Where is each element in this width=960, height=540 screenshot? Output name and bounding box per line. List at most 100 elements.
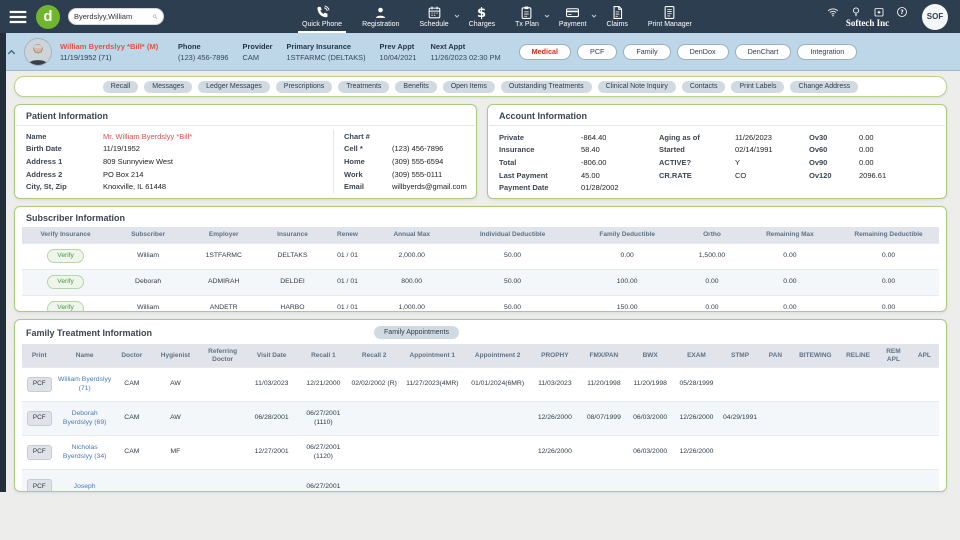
table-cell: William (109, 243, 187, 269)
account-field-payment-date: Payment Date01/28/2002 (499, 181, 659, 194)
verify-button[interactable]: Verify (47, 301, 84, 312)
family-appointments-button[interactable]: Family Appointments (374, 326, 459, 339)
table-cell: 12/21/2000 (298, 368, 349, 402)
nav-item-schedule[interactable]: Schedule (409, 0, 458, 33)
action-button-open-items[interactable]: Open Items (443, 81, 495, 93)
nav-item-quick-phone[interactable]: Quick Phone (292, 0, 352, 33)
kv-value[interactable]: Mr. William Byerdslyy *Bill* (103, 132, 192, 141)
table-row[interactable]: PCFDeborah Byerdslyy (69)CAMAW06/28/2001… (22, 402, 939, 436)
column-header-individual-deductible: Individual Deductible (453, 227, 572, 243)
pill-dendox[interactable]: DenDox (677, 44, 729, 60)
nav-item-print-manager[interactable]: Print Manager (638, 0, 702, 33)
nav-item-registration[interactable]: Registration (352, 0, 409, 33)
action-button-messages[interactable]: Messages (144, 81, 192, 93)
inbox-plus-icon[interactable] (873, 5, 885, 17)
table-row[interactable]: PCFWilliam Byerdslyy (71)CAMAW11/03/2023… (22, 368, 939, 402)
patient-info-name: NameMr. William Byerdslyy *Bill* (26, 130, 333, 143)
table-row[interactable]: VerifyWilliamANDETRHARBO01 / 011,000.005… (22, 295, 939, 312)
pcf-print-button[interactable]: PCF (27, 445, 52, 461)
column-header-ortho: Ortho (682, 227, 742, 243)
action-button-change-address[interactable]: Change Address (790, 81, 858, 93)
table-cell (400, 436, 465, 470)
table-cell (839, 402, 877, 436)
account-field-private: Private-864.40 (499, 131, 659, 144)
pill-family[interactable]: Family (623, 44, 670, 60)
action-button-benefits[interactable]: Benefits (395, 81, 436, 93)
pill-denchart[interactable]: DenChart (735, 44, 792, 60)
table-cell (792, 470, 839, 493)
nav-item-claims[interactable]: Claims (596, 0, 637, 33)
table-cell: 0.00 (682, 269, 742, 295)
table-cell: 0.00 (838, 269, 939, 295)
table-cell: ADMIRAH (187, 269, 260, 295)
patient-name-link[interactable]: Nicholas Byerdslyy (34) (63, 444, 106, 460)
nav-item-label: Tx Plan (515, 21, 539, 28)
nav-item-label: Payment (559, 21, 587, 28)
action-button-ledger-messages[interactable]: Ledger Messages (198, 81, 270, 93)
table-row[interactable]: PCF Joseph 06/27/2001 (22, 470, 939, 493)
table-cell: 1,500.00 (682, 243, 742, 269)
kv-value: willbyerds@gmail.com (392, 182, 467, 191)
wifi-icon[interactable] (827, 5, 839, 17)
hamburger-icon[interactable] (8, 9, 28, 25)
help-icon[interactable]: ? (896, 5, 908, 17)
table-cell: 01 / 01 (325, 295, 371, 312)
action-button-recall[interactable]: Recall (103, 81, 138, 93)
patient-search[interactable] (68, 8, 164, 25)
action-button-treatments[interactable]: Treatments (338, 81, 389, 93)
account-field-ov120: Ov1202096.61 (809, 169, 929, 182)
table-cell: 06/03/2000 (628, 436, 672, 470)
pill-integration[interactable]: Integration (797, 44, 857, 60)
nav-item-label: Claims (606, 21, 627, 28)
nav-item-payment[interactable]: Payment (549, 0, 597, 33)
table-cell (349, 436, 400, 470)
table-cell: 06/27/2001 (1110) (298, 402, 349, 436)
table-cell: 150.00 (572, 295, 682, 312)
patient-info-chart: Chart # (344, 130, 476, 143)
table-cell (839, 368, 877, 402)
nav-item-label: Charges (469, 21, 495, 28)
clipboard-icon (519, 5, 534, 20)
top-right: ? Softech Inc SOF (827, 0, 948, 33)
phone-icon (315, 5, 330, 20)
action-button-print-labels[interactable]: Print Labels (731, 81, 784, 93)
patient-photo (24, 38, 52, 66)
action-button-prescriptions[interactable]: Prescriptions (276, 81, 332, 93)
table-cell (349, 402, 400, 436)
table-cell (200, 402, 245, 436)
bulb-icon[interactable] (850, 5, 862, 17)
patient-identity[interactable]: William Byerdslyy *Bill* (M) 11/19/1952 … (60, 42, 178, 62)
user-avatar[interactable]: SOF (922, 4, 948, 30)
pill-medical[interactable]: Medical (519, 44, 571, 60)
action-button-contacts[interactable]: Contacts (682, 81, 726, 93)
verify-button[interactable]: Verify (47, 275, 84, 290)
chevron-up-icon[interactable] (6, 45, 20, 59)
field-label: Primary Insurance (287, 42, 366, 51)
patient-name-link[interactable]: Deborah Byerdslyy (69) (63, 410, 106, 426)
pcf-print-button[interactable]: PCF (27, 479, 52, 492)
nav-item-charges[interactable]: $Charges (459, 0, 505, 33)
pcf-print-button[interactable]: PCF (27, 411, 52, 427)
verify-button[interactable]: Verify (47, 249, 84, 264)
search-input[interactable] (74, 12, 152, 21)
brand-logo[interactable]: d (36, 5, 60, 29)
table-row[interactable]: VerifyWilliam1STFARMCDELTAKS01 / 012,000… (22, 243, 939, 269)
action-button-outstanding-treatments[interactable]: Outstanding Treatments (501, 81, 592, 93)
table-cell (839, 436, 877, 470)
patient-name-link[interactable]: William Byerdslyy (71) (58, 376, 111, 392)
table-cell (721, 470, 759, 493)
table-row[interactable]: PCFNicholas Byerdslyy (34)CAMMF12/27/200… (22, 436, 939, 470)
table-cell: 06/27/2001 (298, 470, 349, 493)
nav-item-tx-plan[interactable]: Tx Plan (505, 0, 549, 33)
kv-label: ACTIVE? (659, 158, 735, 167)
kv-value: 809 Sunnyview West (103, 157, 173, 166)
patient-name-link[interactable]: Joseph (74, 483, 96, 490)
action-button-clinical-note-inquiry[interactable]: Clinical Note Inquiry (598, 81, 676, 93)
pcf-print-button[interactable]: PCF (27, 377, 52, 393)
table-cell: 0.00 (572, 243, 682, 269)
pill-pcf[interactable]: PCF (577, 44, 617, 60)
table-cell (349, 470, 400, 493)
table-row[interactable]: VerifyDeborahADMIRAHDELDEI01 / 01800.005… (22, 269, 939, 295)
account-field-active: ACTIVE?Y (659, 156, 809, 169)
kv-value: -864.40 (581, 133, 606, 142)
